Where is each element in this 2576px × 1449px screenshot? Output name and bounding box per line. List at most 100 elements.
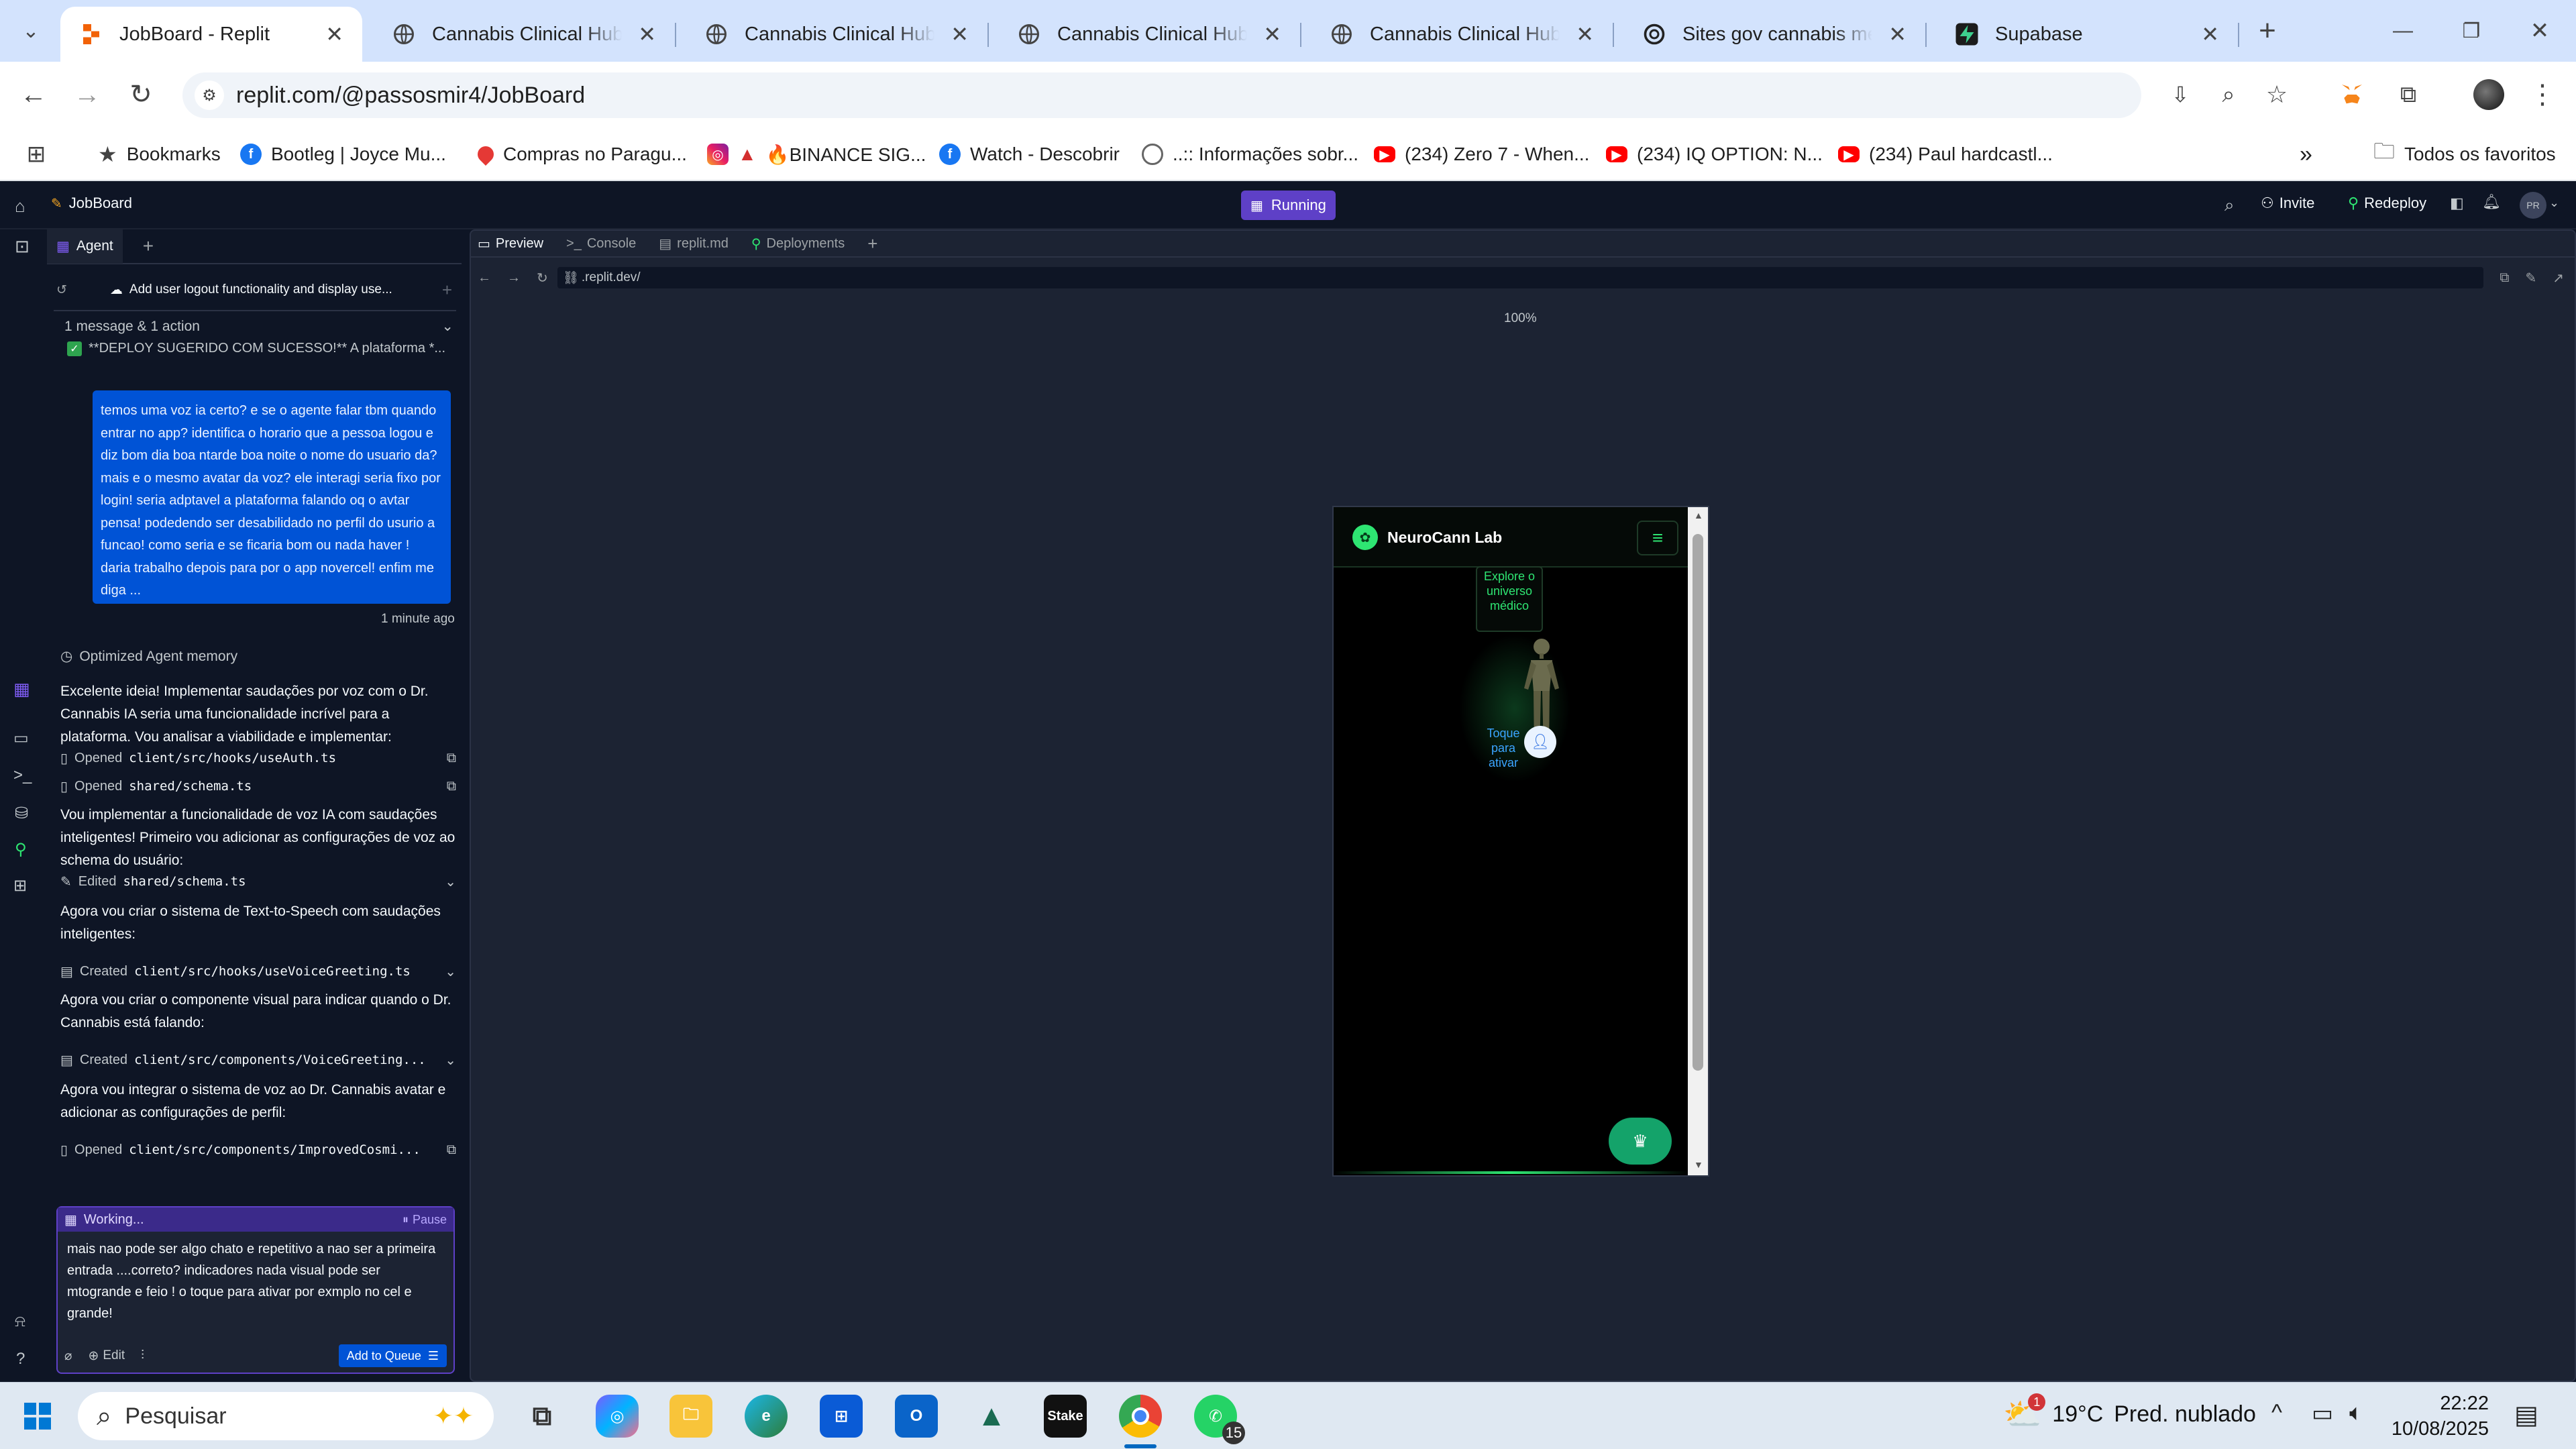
- preview-monitor-icon[interactable]: ▭: [13, 729, 29, 748]
- settings-sliders-icon[interactable]: ⫶: [141, 1348, 144, 1363]
- more-bookmarks-chevron-icon[interactable]: »: [2300, 140, 2312, 169]
- redeploy-button[interactable]: ⚲ Redeploy: [2348, 195, 2426, 212]
- add-to-queue-button[interactable]: Add to Queue ☰: [338, 1344, 447, 1367]
- back-arrow-icon[interactable]: ←: [478, 270, 491, 286]
- new-tab-plus-icon[interactable]: +: [2247, 11, 2288, 51]
- scrollbar-thumb[interactable]: [1693, 534, 1703, 1071]
- agent-input-textarea[interactable]: mais nao pode ser algo chato e repetitiv…: [58, 1232, 453, 1339]
- weather-widget[interactable]: ⛅ 1 19°C Pred. nublado: [2003, 1393, 2256, 1433]
- store-icon[interactable]: ⊞: [820, 1395, 863, 1438]
- layout-icon[interactable]: ◧: [2450, 195, 2464, 212]
- pen-icon[interactable]: ✎: [2525, 270, 2536, 286]
- notification-center-icon[interactable]: ▤: [2514, 1400, 2538, 1430]
- taskbar-search[interactable]: ⌕ Pesquisar ✦✦: [78, 1392, 494, 1440]
- scroll-up-icon[interactable]: ▲: [1694, 510, 1703, 521]
- tab-sites-gov[interactable]: Sites gov cannabis médic ✕: [1623, 7, 1927, 62]
- add-tab-plus-icon[interactable]: +: [143, 235, 154, 257]
- agent-file-action[interactable]: ▤ Created client/src/hooks/useVoiceGreetin…: [60, 958, 456, 985]
- notifications-bell-icon[interactable]: 🔔︎: [2482, 193, 2501, 211]
- tab-deployments[interactable]: ⚲ Deployments: [751, 235, 845, 252]
- all-bookmarks-folder[interactable]: 🗀 Todos os favoritos: [2373, 139, 2556, 169]
- bookmark-binance[interactable]: ◎ ▲ 🔥BINANCE SIG...: [707, 140, 926, 169]
- home-icon[interactable]: ⌂: [15, 196, 25, 217]
- restore-icon[interactable]: ❐: [2451, 11, 2491, 51]
- bookmark-star-icon[interactable]: ☆: [2257, 74, 2297, 115]
- bookmark-paul-hardcastle[interactable]: ▶ (234) Paul hardcastl...: [1838, 140, 2053, 169]
- extensions-puzzle-icon[interactable]: ⧉: [2388, 74, 2428, 115]
- tab-preview[interactable]: ▭ Preview: [478, 235, 543, 252]
- alerts-icon[interactable]: ⍾: [15, 1312, 25, 1331]
- tab-cannabis-hub-2[interactable]: Cannabis Clinical Hub - Pl ✕: [686, 7, 989, 62]
- forward-arrow-icon[interactable]: →: [67, 74, 107, 115]
- site-info-icon[interactable]: ⚙: [195, 80, 224, 110]
- forward-arrow-icon[interactable]: →: [507, 270, 521, 286]
- close-icon[interactable]: ✕: [1263, 21, 1281, 47]
- tray-chevron-up-icon[interactable]: ^: [2271, 1400, 2282, 1426]
- tab-search-icon[interactable]: ⌄: [11, 11, 51, 51]
- bookmark-compras[interactable]: Compras no Paragu...: [474, 140, 687, 169]
- metamask-extension-icon[interactable]: [2332, 74, 2372, 115]
- copilot-icon[interactable]: ◎: [596, 1395, 639, 1438]
- reload-icon[interactable]: ↻: [537, 270, 548, 286]
- tab-cannabis-hub-1[interactable]: Cannabis Clinical Hub - Pl ✕: [373, 7, 676, 62]
- tab-replit-md[interactable]: ▤ replit.md: [659, 235, 729, 252]
- search-icon[interactable]: ⌕: [2224, 195, 2235, 216]
- close-icon[interactable]: ✕: [1576, 21, 1594, 47]
- apps-grid-icon[interactable]: ⊞: [16, 134, 56, 174]
- window-close-icon[interactable]: ✕: [2520, 11, 2560, 51]
- agent-file-action[interactable]: ▯ Opened shared/schema.ts ⧉: [60, 773, 456, 800]
- close-icon[interactable]: ✕: [1888, 21, 1907, 47]
- minimize-icon[interactable]: —: [2383, 11, 2423, 51]
- close-icon[interactable]: ✕: [2201, 21, 2219, 47]
- file-explorer-icon[interactable]: 🗀: [669, 1395, 712, 1438]
- agent-file-action[interactable]: ▤ Created client/src/components/VoiceGreet…: [60, 1046, 456, 1073]
- close-icon[interactable]: ✕: [325, 21, 343, 47]
- arc-icon[interactable]: ▲: [970, 1395, 1013, 1438]
- shell-icon[interactable]: >_: [13, 766, 32, 785]
- reload-icon[interactable]: ↻: [121, 74, 161, 115]
- clock[interactable]: 22:22 10/08/2025: [2388, 1391, 2489, 1442]
- app-brand[interactable]: ✿ NeuroCann Lab: [1352, 525, 1502, 550]
- network-icon[interactable]: ▭: [2312, 1400, 2333, 1427]
- bookmark-informacoes[interactable]: ..:: Informações sobr...: [1142, 140, 1358, 169]
- stake-icon[interactable]: Stake: [1044, 1395, 1087, 1438]
- all-tools-icon[interactable]: ⊞: [13, 876, 27, 896]
- chevron-down-icon[interactable]: ⌄: [2549, 196, 2559, 210]
- url-bar[interactable]: ⚙ replit.com/@passosmir4/JobBoard: [182, 72, 2141, 118]
- add-tab-plus-icon[interactable]: +: [867, 233, 877, 254]
- running-status-button[interactable]: ▦ Running: [1241, 191, 1336, 220]
- invite-button[interactable]: ⚇ Invite: [2261, 195, 2314, 212]
- tab-cannabis-hub-4[interactable]: Cannabis Clinical Hub - Pl ✕: [1311, 7, 1614, 62]
- checkpoint-title[interactable]: ☁ Add user logout functionality and displ…: [110, 282, 392, 298]
- attach-paperclip-icon[interactable]: ⌀: [64, 1348, 72, 1364]
- bookmark-bookmarks[interactable]: ★ Bookmarks: [98, 140, 221, 169]
- voice-activate-button[interactable]: 👤︎: [1524, 726, 1556, 758]
- tab-cannabis-hub-3[interactable]: Cannabis Clinical Hub - Pl ✕: [998, 7, 1301, 62]
- pause-button[interactable]: ⏸ Pause: [402, 1213, 447, 1227]
- devtools-icon[interactable]: ⧉: [2500, 270, 2509, 286]
- new-chat-plus-icon[interactable]: +: [442, 280, 452, 301]
- close-icon[interactable]: ✕: [951, 21, 969, 47]
- task-view-icon[interactable]: ⧉: [521, 1395, 564, 1438]
- bookmark-watch[interactable]: f Watch - Descobrir: [939, 140, 1120, 169]
- tab-console[interactable]: >_ Console: [566, 236, 636, 252]
- profile-avatar[interactable]: [2469, 74, 2509, 115]
- agent-file-action[interactable]: ▯ Opened client/src/hooks/useAuth.ts ⧉: [60, 745, 456, 771]
- history-icon[interactable]: ↺: [56, 282, 67, 298]
- browser-menu-icon[interactable]: ⋮: [2522, 74, 2563, 115]
- user-avatar[interactable]: PR: [2520, 192, 2546, 219]
- agent-file-action[interactable]: ✎ Edited shared/schema.ts ⌄: [60, 868, 456, 895]
- tab-supabase[interactable]: Supabase ✕: [1936, 7, 2239, 62]
- tab-agent[interactable]: ▦ Agent: [47, 229, 123, 264]
- back-arrow-icon[interactable]: ←: [13, 74, 54, 115]
- close-icon[interactable]: ✕: [638, 21, 656, 47]
- bookmark-iq-option[interactable]: ▶ (234) IQ OPTION: N...: [1606, 140, 1823, 169]
- agent-file-action[interactable]: ▯ Opened client/src/components/ImprovedCos…: [60, 1136, 456, 1163]
- edge-icon[interactable]: e: [745, 1395, 788, 1438]
- help-icon[interactable]: ?: [16, 1350, 25, 1368]
- scrollbar-track[interactable]: ▲ ▼: [1688, 507, 1708, 1175]
- chrome-icon[interactable]: [1119, 1395, 1162, 1438]
- install-app-icon[interactable]: ⇩: [2160, 74, 2200, 115]
- project-name[interactable]: ✎ JobBoard: [51, 195, 132, 212]
- zoom-icon[interactable]: ⌕: [2208, 74, 2249, 115]
